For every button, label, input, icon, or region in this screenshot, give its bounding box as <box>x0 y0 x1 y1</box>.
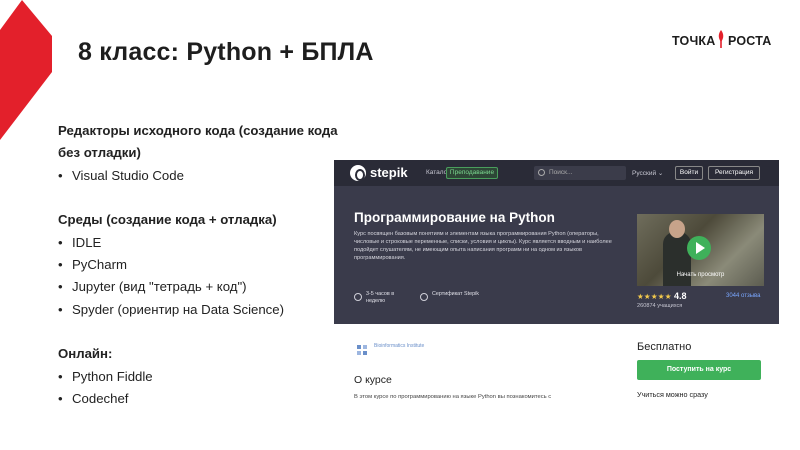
about-title: О курсе <box>354 374 392 386</box>
course-description: Курс посвящен базовым понятиям и элемент… <box>354 231 612 261</box>
logo-text-left: ТОЧКА <box>672 34 716 48</box>
course-video-preview[interactable]: Начать просмотр <box>637 214 764 286</box>
list-item-ide: Jupyter (вид "тетрадь + код") <box>58 276 348 299</box>
reviews-link[interactable]: 3044 отзыва <box>726 293 761 299</box>
course-hero: stepik Каталог Преподавание Поиск... Рус… <box>334 160 779 324</box>
list-item-editor: Visual Studio Code <box>58 165 348 188</box>
enroll-button[interactable]: Поступить на курс <box>637 360 761 380</box>
nav-teach-button[interactable]: Преподавание <box>446 167 498 179</box>
stepik-screenshot: stepik Каталог Преподавание Поиск... Рус… <box>334 160 779 406</box>
learn-anytime-text: Учиться можно сразу <box>637 390 708 399</box>
video-caption[interactable]: Начать просмотр <box>637 272 764 278</box>
certificate-icon <box>420 293 428 301</box>
search-placeholder: Поиск... <box>549 169 573 176</box>
play-icon[interactable] <box>687 236 711 260</box>
ides-heading: Среды (создание кода + отладка) <box>58 212 277 228</box>
bioinformatics-logo-icon <box>357 345 367 355</box>
stepik-logo-icon <box>350 165 366 181</box>
tochka-rosta-logo: ТОЧКА РОСТА <box>672 28 782 58</box>
clock-icon <box>354 293 362 301</box>
about-text: В этом курсе по программированию на язык… <box>354 394 552 400</box>
slide-content: Редакторы исходного кода (создание кода … <box>58 120 348 411</box>
language-select[interactable]: Русский ⌄ <box>632 169 663 177</box>
list-item-online: Python Fiddle <box>58 366 348 389</box>
learners-count: 260874 учащихся <box>637 303 683 309</box>
rating-stars-icon: ★★★★★ <box>637 292 672 301</box>
stepik-topbar: stepik Каталог Преподавание Поиск... Рус… <box>334 160 779 186</box>
editors-heading: Редакторы исходного кода (создание кода … <box>58 123 338 161</box>
provider-name[interactable]: Bioinformatics Institute <box>374 343 434 349</box>
list-item-online: Codechef <box>58 388 348 411</box>
logo-flower-icon <box>718 30 724 48</box>
video-person-head <box>669 220 685 238</box>
register-button[interactable]: Регистрация <box>708 166 760 180</box>
slide-title: 8 класс: Python + БПЛА <box>78 38 374 66</box>
list-item-ide: IDLE <box>58 232 348 255</box>
list-item-ide: Spyder (ориентир на Data Science) <box>58 299 348 322</box>
list-item-ide: PyCharm <box>58 254 348 277</box>
online-heading: Онлайн: <box>58 346 113 362</box>
course-title: Программирование на Python <box>354 210 555 225</box>
rating-value: 4.8 <box>674 291 687 301</box>
meta-hours-text: 3-5 часов в неделю <box>366 291 395 304</box>
meta-cert-text: Сертификат Stepik <box>432 291 480 297</box>
stepik-brand: stepik <box>370 165 408 180</box>
search-icon <box>538 169 545 176</box>
red-corner-decoration <box>0 0 52 140</box>
price-label: Бесплатно <box>637 341 692 353</box>
login-button[interactable]: Войти <box>675 166 703 180</box>
logo-text-right: РОСТА <box>728 34 772 48</box>
search-input[interactable]: Поиск... <box>534 166 626 180</box>
